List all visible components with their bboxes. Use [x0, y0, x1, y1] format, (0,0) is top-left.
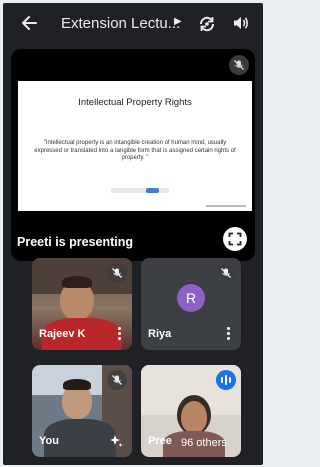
- back-arrow-icon[interactable]: [20, 13, 40, 33]
- presentation-tile[interactable]: Intellectual Property Rights "Intellectu…: [11, 49, 255, 261]
- participant-name: Rajeev K: [39, 328, 86, 340]
- slide-input-bar: [111, 188, 169, 193]
- mic-off-icon: [107, 263, 127, 283]
- switch-camera-icon[interactable]: [196, 13, 218, 35]
- fullscreen-icon[interactable]: [223, 227, 247, 251]
- participant-tile[interactable]: Rajeev K: [32, 258, 132, 350]
- speaker-icon[interactable]: [232, 14, 250, 32]
- caret-right-icon[interactable]: ▶: [174, 16, 182, 27]
- mic-off-icon: [216, 263, 236, 283]
- shared-slide: Intellectual Property Rights "Intellectu…: [18, 81, 252, 211]
- top-bar: Extension Lectu... ▶: [3, 3, 263, 45]
- participant-name: Riya: [148, 328, 172, 340]
- effects-sparkle-icon[interactable]: [109, 434, 123, 448]
- more-options-icon[interactable]: [227, 327, 231, 341]
- speaking-indicator-icon: [216, 370, 236, 390]
- slide-title: Intellectual Property Rights: [78, 97, 192, 108]
- participant-tile[interactable]: R Riya: [141, 258, 241, 350]
- slide-body: "Intellectual property is an intangible …: [34, 140, 236, 161]
- meet-app: Extension Lectu... ▶ Intellectual Proper…: [3, 3, 263, 465]
- more-options-icon[interactable]: [118, 327, 122, 341]
- participant-tile[interactable]: Pree 96 others: [141, 365, 241, 457]
- participant-tile[interactable]: You: [32, 365, 132, 457]
- avatar: R: [177, 284, 205, 312]
- participant-name: You: [39, 435, 59, 447]
- presenter-label: Preeti is presenting: [17, 235, 134, 249]
- participant-name: Pree: [148, 435, 172, 447]
- slide-footer: [206, 205, 246, 207]
- mic-off-icon: [107, 370, 127, 390]
- mic-off-icon: [229, 55, 249, 75]
- slide-bar-button: [146, 188, 159, 193]
- others-count[interactable]: 96 others: [181, 437, 227, 449]
- meeting-title[interactable]: Extension Lectu...: [61, 15, 180, 32]
